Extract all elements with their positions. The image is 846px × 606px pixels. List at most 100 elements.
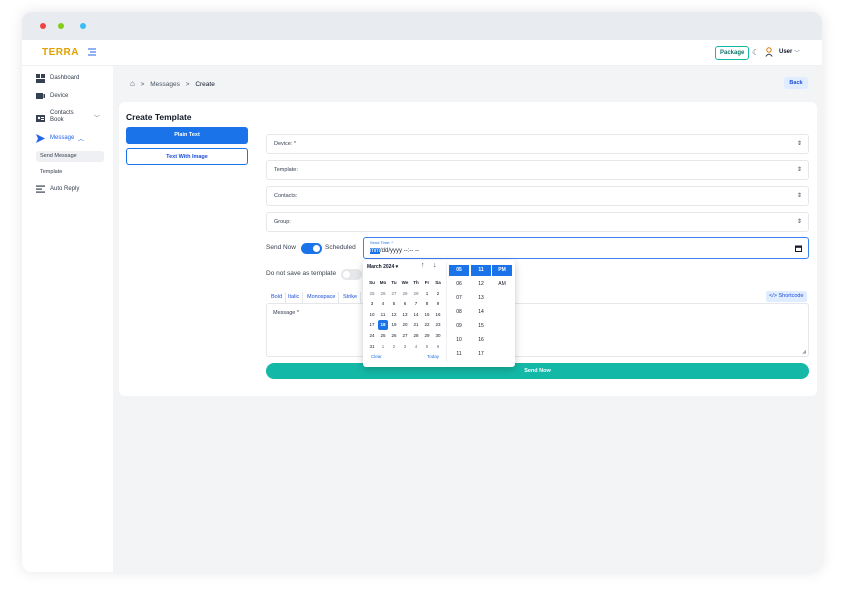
calendar-day[interactable]: 4 — [378, 299, 388, 309]
sidebar-item-contacts-book[interactable]: Contacts Book ﹀ — [22, 108, 113, 128]
monospace-button[interactable]: Monospace — [304, 292, 340, 303]
arrow-up-icon[interactable]: ↑ — [421, 262, 425, 269]
plain-text-button[interactable]: Plain Text — [126, 127, 248, 144]
breadcrumb-messages[interactable]: Messages — [150, 81, 180, 88]
contacts-select[interactable]: Contacts: ⇕ — [266, 186, 809, 206]
home-icon[interactable]: ⌂ — [130, 79, 135, 88]
message-textarea[interactable]: Message * ◢ — [266, 303, 809, 357]
calendar-day[interactable]: 11 — [378, 310, 388, 320]
minimize-window-dot[interactable] — [58, 23, 64, 29]
calendar-day[interactable]: 31 — [367, 342, 377, 352]
minute-option[interactable]: 11 — [471, 265, 491, 276]
device-select[interactable]: Device: * ⇕ — [266, 134, 809, 154]
do-not-save-toggle[interactable] — [341, 269, 362, 280]
calendar-day[interactable]: 21 — [411, 320, 421, 330]
calendar-day[interactable]: 20 — [400, 320, 410, 330]
back-button[interactable]: Back — [784, 77, 808, 89]
calendar-day[interactable]: 22 — [422, 320, 432, 330]
calendar-day[interactable]: 13 — [400, 310, 410, 320]
user-avatar-icon[interactable] — [765, 47, 773, 57]
calendar-day[interactable]: 17 — [367, 320, 377, 330]
calendar-day[interactable]: 27 — [400, 331, 410, 341]
sidebar-item-device[interactable]: Device — [22, 90, 113, 104]
month-segment[interactable]: mm — [370, 248, 380, 254]
calendar-day[interactable]: 6 — [400, 299, 410, 309]
package-button[interactable]: Package — [715, 46, 750, 60]
minute-option[interactable]: 17 — [471, 349, 491, 360]
calendar-day[interactable]: 24 — [367, 331, 377, 341]
minute-option[interactable]: 12 — [471, 279, 491, 290]
calendar-day[interactable]: 4 — [411, 342, 421, 352]
hour-option[interactable]: 08 — [449, 307, 469, 318]
calendar-day[interactable]: 27 — [389, 289, 399, 299]
calendar-day[interactable]: 6 — [433, 342, 443, 352]
ampm-option[interactable]: AM — [492, 279, 512, 290]
calendar-day[interactable]: 10 — [367, 310, 377, 320]
calendar-day[interactable]: 16 — [433, 310, 443, 320]
calendar-day[interactable]: 3 — [400, 342, 410, 352]
calendar-day[interactable]: 8 — [422, 299, 432, 309]
calendar-day[interactable]: 3 — [367, 299, 377, 309]
shortcode-button[interactable]: </> Shortcode — [766, 291, 807, 302]
text-with-image-button[interactable]: Text With Image — [126, 148, 248, 165]
minute-option[interactable]: 14 — [471, 307, 491, 318]
resize-handle-icon[interactable]: ◢ — [802, 349, 806, 355]
calendar-day[interactable]: 7 — [411, 299, 421, 309]
submenu-send-message[interactable]: Send Message — [36, 151, 104, 162]
send-time-input[interactable]: Send Time: * mm/dd/yyyy --:-- -- — [363, 237, 809, 259]
maximize-window-dot[interactable] — [80, 23, 86, 29]
calendar-day-selected[interactable]: 18 — [378, 320, 388, 331]
minute-option[interactable]: 15 — [471, 321, 491, 332]
app-logo[interactable]: TERRA — [42, 47, 79, 58]
close-window-dot[interactable] — [40, 23, 46, 29]
clear-button[interactable]: Clear — [371, 354, 382, 359]
calendar-day[interactable]: 28 — [400, 289, 410, 299]
calendar-icon[interactable] — [795, 245, 802, 252]
hour-option[interactable]: 11 — [449, 349, 469, 360]
calendar-day[interactable]: 5 — [422, 342, 432, 352]
strike-button[interactable]: Strike — [340, 292, 362, 303]
group-select[interactable]: Group: ⇕ — [266, 212, 809, 232]
month-year-selector[interactable]: March 2024 ▾ — [367, 264, 398, 270]
calendar-day[interactable]: 1 — [378, 342, 388, 352]
calendar-day[interactable]: 2 — [389, 342, 399, 352]
dark-mode-icon[interactable]: ☾ — [752, 48, 759, 57]
bold-button[interactable]: Bold — [268, 292, 287, 303]
calendar-day[interactable]: 29 — [411, 289, 421, 299]
hour-option[interactable]: 07 — [449, 293, 469, 304]
menu-toggle-icon[interactable] — [88, 48, 96, 56]
calendar-day[interactable]: 26 — [389, 331, 399, 341]
sidebar-item-auto-reply[interactable]: Auto Reply — [22, 183, 113, 197]
hour-option[interactable]: 09 — [449, 321, 469, 332]
sidebar-item-message[interactable]: Message ︿ — [22, 132, 113, 146]
ampm-option[interactable]: PM — [492, 265, 512, 276]
minute-option[interactable]: 13 — [471, 293, 491, 304]
calendar-day[interactable]: 25 — [378, 331, 388, 341]
calendar-day[interactable]: 15 — [422, 310, 432, 320]
calendar-day[interactable]: 23 — [433, 320, 443, 330]
minute-option[interactable]: 16 — [471, 335, 491, 346]
calendar-day[interactable]: 9 — [433, 299, 443, 309]
calendar-day[interactable]: 12 — [389, 310, 399, 320]
hour-option[interactable]: 06 — [449, 279, 469, 290]
sidebar-item-dashboard[interactable]: Dashboard — [22, 72, 113, 86]
calendar-day[interactable]: 26 — [378, 289, 388, 299]
italic-button[interactable]: Italic — [285, 292, 304, 303]
template-select[interactable]: Template: ⇕ — [266, 160, 809, 180]
schedule-toggle[interactable] — [301, 243, 322, 254]
calendar-day[interactable]: 19 — [389, 320, 399, 330]
send-now-button[interactable]: Send Now — [266, 363, 809, 379]
calendar-day[interactable]: 14 — [411, 310, 421, 320]
calendar-day[interactable]: 29 — [422, 331, 432, 341]
calendar-day[interactable]: 28 — [411, 331, 421, 341]
calendar-day[interactable]: 2 — [433, 289, 443, 299]
user-menu-label[interactable]: User — [779, 49, 792, 55]
calendar-day[interactable]: 5 — [389, 299, 399, 309]
chevron-down-icon[interactable]: ﹀ — [794, 48, 800, 57]
submenu-template[interactable]: Template — [36, 167, 104, 178]
calendar-day[interactable]: 30 — [433, 331, 443, 341]
calendar-day[interactable]: 1 — [422, 289, 432, 299]
calendar-day[interactable]: 25 — [367, 289, 377, 299]
hour-option[interactable]: 10 — [449, 335, 469, 346]
hour-option[interactable]: 05 — [449, 265, 469, 276]
